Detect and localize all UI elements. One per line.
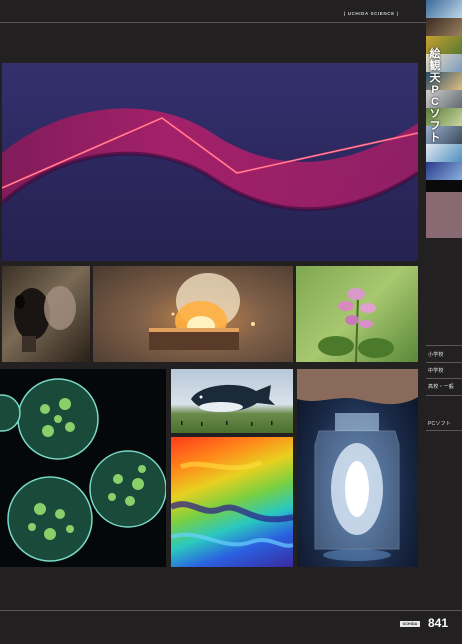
thumb-1 xyxy=(426,0,462,18)
category-pc-software[interactable]: PCソフト xyxy=(428,420,451,427)
gas-mask-graphic xyxy=(14,286,76,352)
category-divider xyxy=(426,430,462,431)
thermal-map-photo xyxy=(171,437,293,567)
thumb-9 xyxy=(426,144,462,162)
thumb-10 xyxy=(426,162,462,180)
header-rule xyxy=(0,22,426,23)
category-divider xyxy=(426,345,462,346)
burning-block-graphic xyxy=(149,273,255,350)
glowing-bottle-graphic xyxy=(297,369,418,561)
volvox-graphic xyxy=(0,378,166,562)
thermal-map-graphic xyxy=(171,459,293,548)
category-elementary[interactable]: 小学校 xyxy=(428,351,444,358)
category-divider xyxy=(426,362,462,363)
thumb-strip-label: 絵 観 天 P C ソ フ ト xyxy=(429,48,441,144)
thumb-2 xyxy=(426,18,462,36)
footer-rule xyxy=(0,610,462,611)
gas-mask-photo xyxy=(2,266,90,362)
pink-flower-graphic xyxy=(318,288,394,362)
thumbnail-strip: 絵 観 天 P C ソ フ ト xyxy=(426,0,462,180)
laser-wave-graphic xyxy=(2,63,418,261)
laser-wave-photo xyxy=(2,63,418,261)
whale-balloon-graphic xyxy=(181,384,275,426)
volvox-microscope-photo xyxy=(0,369,166,567)
page-number: 841 xyxy=(428,616,449,630)
category-divider xyxy=(426,395,462,396)
category-divider xyxy=(426,378,462,379)
whale-balloon-photo xyxy=(171,369,293,433)
category-junior-high[interactable]: 中学校 xyxy=(428,367,444,374)
glowing-bottle-photo xyxy=(297,369,418,567)
pink-flower-photo xyxy=(296,266,418,362)
footer-logo: UCHIDA xyxy=(400,621,420,627)
category-high-school[interactable]: 高校・一般 xyxy=(428,383,454,390)
header-brand: | UCHIDA SCIENCE | xyxy=(344,11,399,16)
section-accent-tab[interactable] xyxy=(426,192,462,238)
tab-black xyxy=(426,180,462,192)
burning-block-photo xyxy=(93,266,293,362)
